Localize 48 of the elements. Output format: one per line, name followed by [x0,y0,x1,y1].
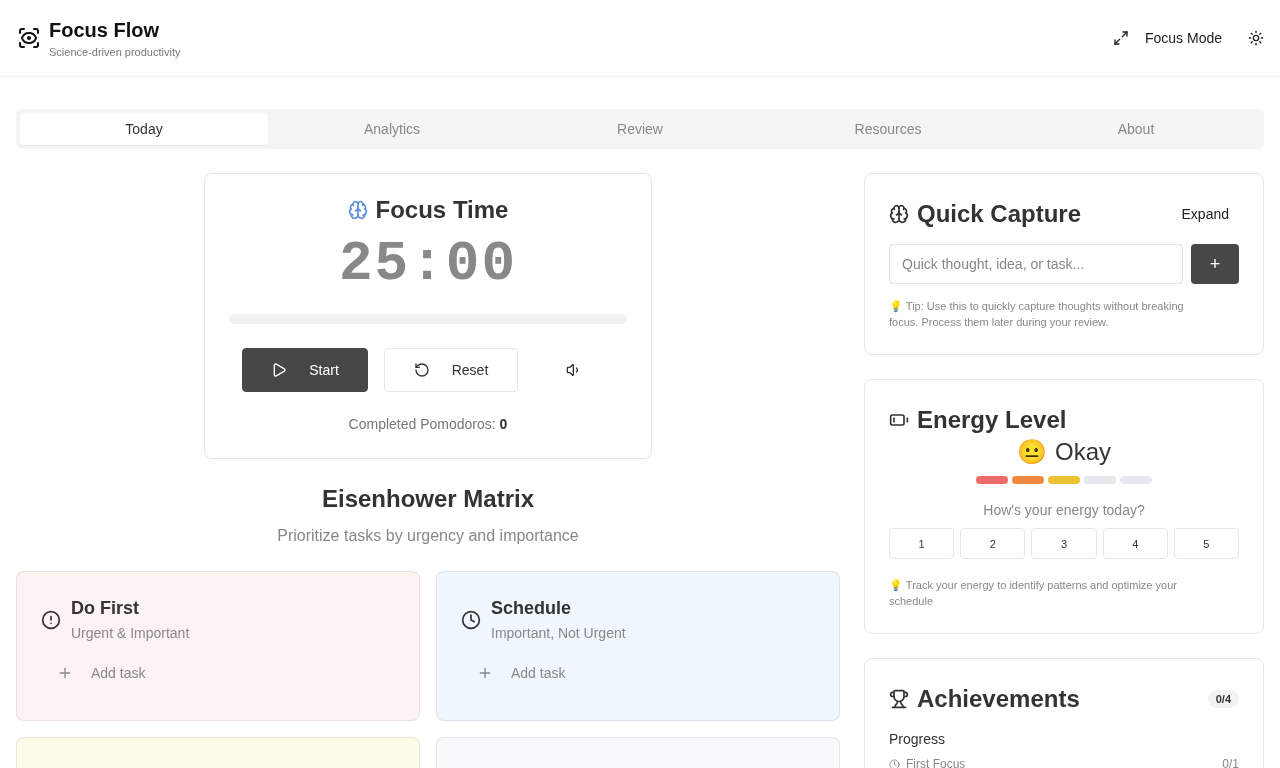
rating-button[interactable]: 2 [960,528,1026,559]
progress-label: Progress [889,731,947,747]
matrix-title: Eisenhower Matrix [321,485,535,513]
clock-icon [889,758,900,768]
reset-button[interactable]: Reset [384,348,518,392]
timer-title: Focus Time [375,196,509,224]
play-icon [271,362,288,378]
card-title: Energy Level [917,406,1067,434]
trophy-icon [889,689,909,709]
plus-icon [57,665,73,681]
card-title: Achievements [917,685,1080,713]
quadrant-title: Schedule [491,598,573,619]
focus-mode-button[interactable]: Focus Mode [1104,22,1230,54]
alert-icon [41,609,61,630]
count-badge: 0/4 [1207,690,1239,708]
completed-count: Completed Pomodoros: 0 [348,416,508,432]
reset-icon [413,362,430,378]
brain-icon [347,200,368,220]
energy-question: How's your energy today? [982,502,1146,518]
theme-toggle-icon[interactable] [1248,30,1264,46]
clock-icon [461,609,481,630]
app-subtitle: Science-driven productivity [49,45,181,58]
app-title: Focus Flow [49,18,160,42]
quadrant-subtitle: Urgent & Important [71,625,190,641]
mood-label: Okay [1055,438,1111,466]
expand-icon [1112,30,1129,46]
capture-input[interactable]: Quick thought, idea, or task... [889,244,1183,284]
expand-button[interactable]: Expand [1171,202,1239,226]
tab[interactable]: Today [20,113,268,145]
plus-icon [477,665,493,681]
rating-button[interactable]: 1 [889,528,955,559]
mood-emoji: 😐 [1017,438,1047,466]
rating-button[interactable]: 3 [1031,528,1097,559]
tip-text: 💡 Track your energy to identify patterns and optimize your schedule [889,578,1178,609]
brain-icon [889,204,909,224]
tip-text: 💡 Tip: Use this to quickly capture thoughts without breaking focus. Process them later during your review. [889,299,1185,330]
focus-icon [17,26,41,50]
quadrant-title: Do First [71,598,140,619]
rating-button[interactable]: 5 [1173,528,1239,559]
matrix-subtitle: Prioritize tasks by urgency and importance [277,527,579,545]
timer-display: 25:00 [339,232,517,296]
achievement-name: First Focus [906,757,966,768]
rating-button[interactable]: 4 [1102,528,1168,559]
quadrant-subtitle: Important, Not Urgent [491,625,626,641]
achievement-progress: 0/1 [1222,757,1239,768]
start-button[interactable]: Start [242,348,368,392]
add-button[interactable]: + [1191,244,1239,284]
card-title: Quick Capture [917,200,1082,228]
